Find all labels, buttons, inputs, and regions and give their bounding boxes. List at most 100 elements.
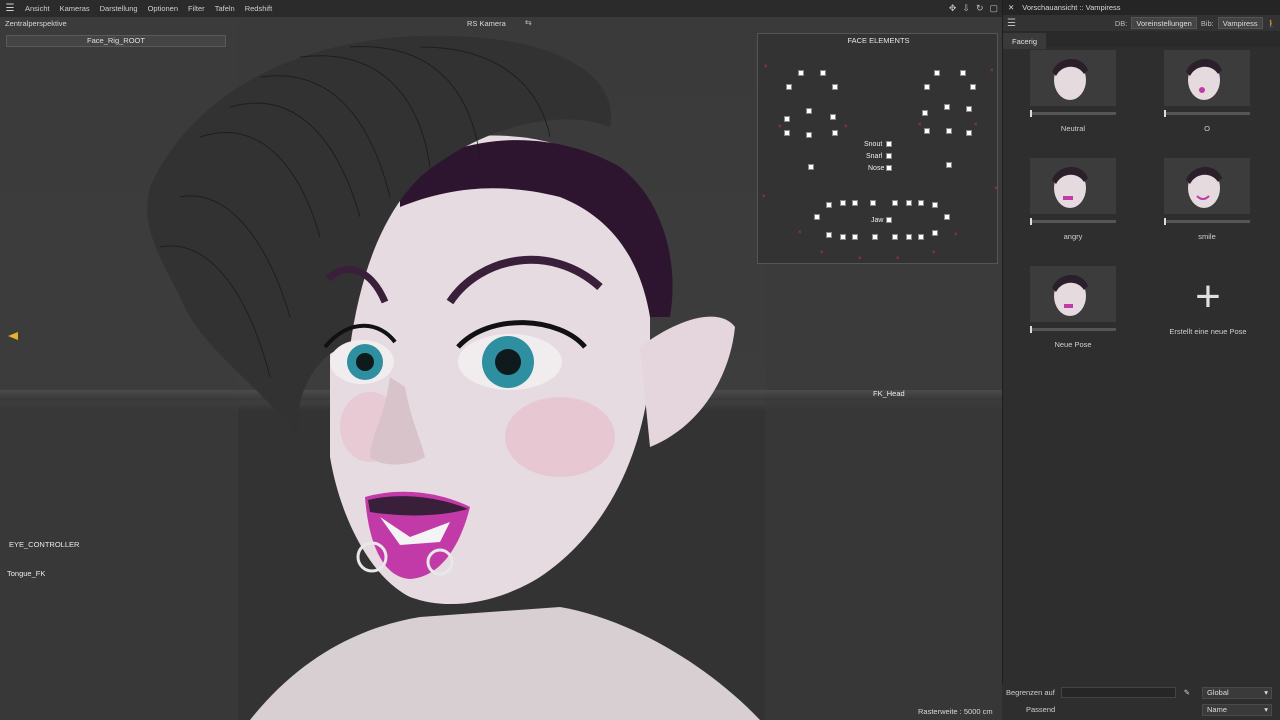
face-control-handle[interactable] xyxy=(786,84,792,90)
pose-weight-slider[interactable] xyxy=(1030,326,1116,333)
nose-label[interactable]: Nose xyxy=(868,165,884,172)
face-elements-panel[interactable]: FACE ELEMENTS Snout Snarl Nose Jaw × × × × ×… xyxy=(757,33,998,264)
maximize-icon[interactable]: ▢ xyxy=(989,3,998,14)
face-control-handle[interactable] xyxy=(970,84,976,90)
face-control-handle[interactable] xyxy=(798,70,804,76)
face-control-handle[interactable] xyxy=(840,200,846,206)
pose-thumbnail[interactable] xyxy=(1030,266,1116,322)
viewport-menu-icon[interactable]: ☰ xyxy=(0,3,20,14)
move-icon[interactable]: ⇩ xyxy=(962,3,970,14)
face-control-handle[interactable] xyxy=(826,232,832,238)
face-control-handle[interactable] xyxy=(944,104,950,110)
face-control-handle[interactable] xyxy=(924,84,930,90)
face-control-handle[interactable] xyxy=(892,200,898,206)
pose-weight-slider[interactable] xyxy=(1030,218,1116,225)
face-control-handle[interactable] xyxy=(814,214,820,220)
face-control-marker: × xyxy=(762,194,766,200)
face-control-handle[interactable] xyxy=(886,141,892,147)
face-control-handle[interactable] xyxy=(886,153,892,159)
menu-ansicht[interactable]: Ansicht xyxy=(20,4,55,13)
eye-arrow-controller[interactable] xyxy=(8,332,18,340)
scope-dropdown[interactable]: Global xyxy=(1202,686,1272,699)
face-control-handle[interactable] xyxy=(840,234,846,240)
create-pose-button[interactable]: + Erstellt eine neue Pose xyxy=(1163,275,1253,337)
tongue-fk-label[interactable]: Tongue_FK xyxy=(7,569,45,578)
snarl-label[interactable]: Snarl xyxy=(866,153,882,160)
face-elements-title[interactable]: FACE ELEMENTS xyxy=(758,36,999,45)
face-control-marker: × xyxy=(764,64,768,70)
face-control-handle[interactable] xyxy=(806,132,812,138)
eye-controller-label[interactable]: EYE_CONTROLLER xyxy=(9,540,79,549)
menu-redshift[interactable]: Redshift xyxy=(240,4,278,13)
face-control-handle[interactable] xyxy=(918,200,924,206)
face-control-handle[interactable] xyxy=(784,116,790,122)
panel-menu-icon[interactable]: ☰ xyxy=(1007,18,1016,29)
face-control-handle[interactable] xyxy=(932,230,938,236)
face-control-handle[interactable] xyxy=(922,110,928,116)
face-control-handle[interactable] xyxy=(966,106,972,112)
face-control-handle[interactable] xyxy=(906,234,912,240)
plus-icon[interactable]: + xyxy=(1163,275,1253,319)
sort-dropdown[interactable]: Name xyxy=(1202,703,1272,716)
pose-weight-slider[interactable] xyxy=(1030,110,1116,117)
face-control-handle[interactable] xyxy=(832,130,838,136)
pose-tile-smile[interactable]: smile xyxy=(1162,158,1252,241)
face-control-handle[interactable] xyxy=(852,200,858,206)
limit-field[interactable] xyxy=(1060,687,1176,698)
face-control-handle[interactable] xyxy=(830,114,836,120)
face-control-handle[interactable] xyxy=(886,165,892,171)
face-control-handle[interactable] xyxy=(966,130,972,136)
face-control-handle[interactable] xyxy=(808,164,814,170)
face-control-handle[interactable] xyxy=(826,202,832,208)
face-control-handle[interactable] xyxy=(886,217,892,223)
fk-head-label[interactable]: FK_Head xyxy=(873,389,905,398)
menu-filter[interactable]: Filter xyxy=(183,4,210,13)
face-control-handle[interactable] xyxy=(918,234,924,240)
eyedropper-icon[interactable]: ✎ xyxy=(1184,688,1190,697)
face-control-handle[interactable] xyxy=(832,84,838,90)
figure-icon[interactable]: 🚶 xyxy=(1267,19,1276,28)
pose-tile-angry[interactable]: angry xyxy=(1028,158,1118,241)
face-control-handle[interactable] xyxy=(960,70,966,76)
face-control-handle[interactable] xyxy=(944,214,950,220)
face-control-handle[interactable] xyxy=(870,200,876,206)
face-control-handle[interactable] xyxy=(852,234,858,240)
pose-tile-neutral[interactable]: Neutral xyxy=(1028,50,1118,133)
pose-tile-o[interactable]: O xyxy=(1162,50,1252,133)
face-control-handle[interactable] xyxy=(906,200,912,206)
pose-thumbnail[interactable] xyxy=(1164,50,1250,106)
menu-kameras[interactable]: Kameras xyxy=(55,4,95,13)
3d-viewport[interactable]: ☰ Ansicht Kameras Darstellung Optionen F… xyxy=(0,0,1002,720)
face-control-handle[interactable] xyxy=(820,70,826,76)
face-control-handle[interactable] xyxy=(946,162,952,168)
pose-weight-slider[interactable] xyxy=(1164,218,1250,225)
face-control-handle[interactable] xyxy=(924,128,930,134)
face-control-handle[interactable] xyxy=(932,202,938,208)
menu-tafeln[interactable]: Tafeln xyxy=(210,4,240,13)
face-control-handle[interactable] xyxy=(806,108,812,114)
face-rig-root-control[interactable]: Face_Rig_ROOT xyxy=(6,35,226,47)
snout-label[interactable]: Snout xyxy=(864,141,882,148)
close-icon[interactable]: ✕ xyxy=(1008,3,1014,12)
camera-link-icon[interactable]: ⇆ xyxy=(525,18,532,27)
face-control-handle[interactable] xyxy=(872,234,878,240)
pose-weight-slider[interactable] xyxy=(1164,110,1250,117)
pose-thumbnail[interactable] xyxy=(1164,158,1250,214)
pose-tile-neue-pose[interactable]: Neue Pose xyxy=(1028,266,1118,349)
pose-thumbnail[interactable] xyxy=(1030,50,1116,106)
tab-facerig[interactable]: Facerig xyxy=(1003,33,1047,49)
rs-camera-label: RS Kamera xyxy=(467,19,506,28)
pan-icon[interactable]: ✥ xyxy=(949,3,957,14)
face-control-handle[interactable] xyxy=(784,130,790,136)
face-control-handle[interactable] xyxy=(934,70,940,76)
menu-optionen[interactable]: Optionen xyxy=(143,4,183,13)
menu-darstellung[interactable]: Darstellung xyxy=(95,4,143,13)
jaw-label[interactable]: Jaw xyxy=(871,217,883,224)
face-control-handle[interactable] xyxy=(946,128,952,134)
db-select[interactable]: Voreinstellungen xyxy=(1131,17,1197,29)
face-control-handle[interactable] xyxy=(892,234,898,240)
rotate-icon[interactable]: ↻ xyxy=(976,3,984,14)
face-control-marker: × xyxy=(974,122,978,128)
pose-thumbnail[interactable] xyxy=(1030,158,1116,214)
lib-select[interactable]: Vampiress xyxy=(1217,17,1263,29)
